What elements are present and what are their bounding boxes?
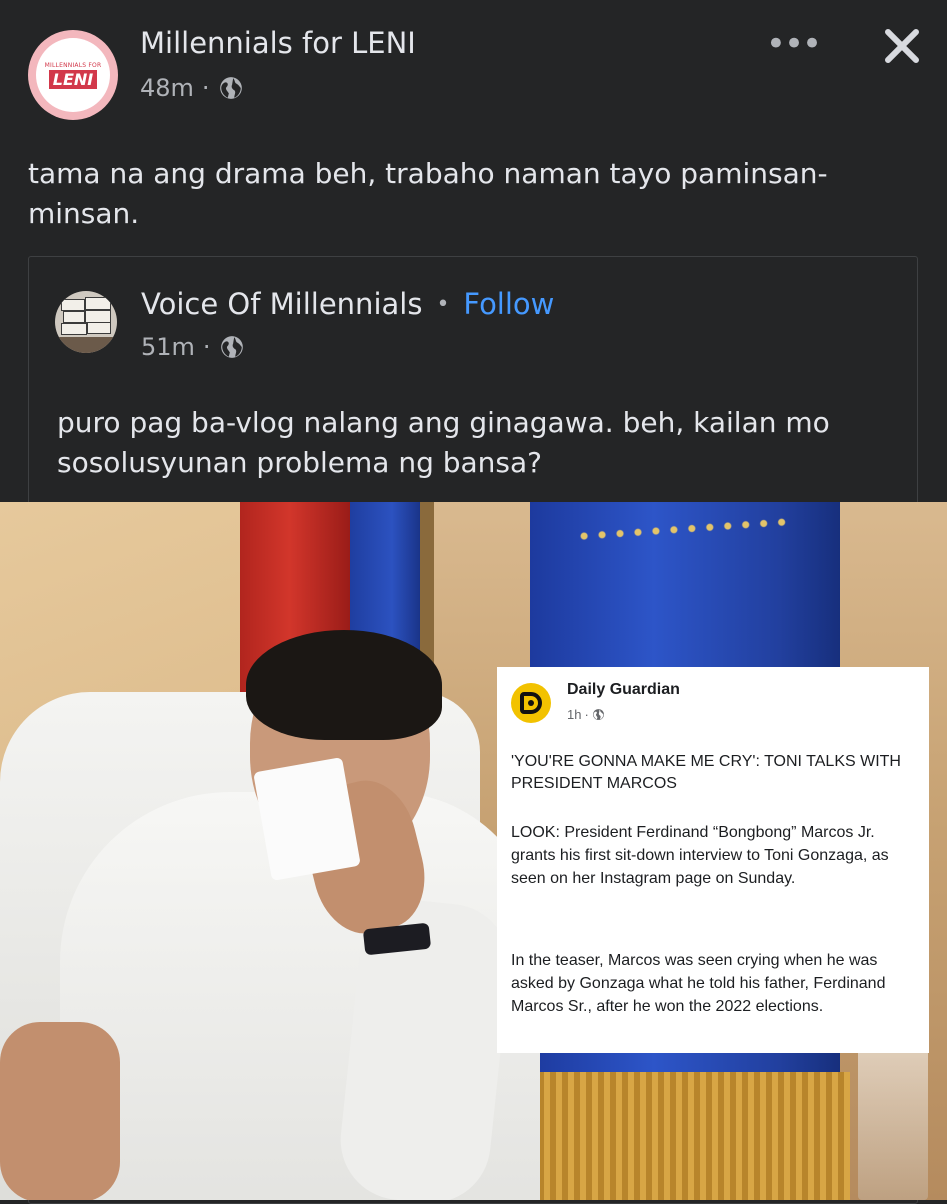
close-icon[interactable] [880, 24, 924, 68]
news-source-name: Daily Guardian [567, 681, 680, 698]
globe-icon [592, 709, 604, 720]
avatar-logo-caption: MILLENNIALS FOR [44, 61, 102, 69]
page-avatar[interactable]: MILLENNIALS FOR LENI [28, 30, 118, 120]
shared-author-name[interactable]: Voice Of Millennials [141, 287, 422, 321]
photo-tissue [253, 757, 361, 881]
shared-post-timestamp[interactable]: 51m [141, 333, 195, 361]
news-screenshot-card: Daily Guardian 1h · 'YOU'RE GONNA MAKE M… [497, 667, 929, 1053]
post-timestamp[interactable]: 48m [140, 74, 194, 102]
news-paragraph: In the teaser, Marcos was seen crying wh… [511, 952, 886, 1015]
meta-separator: · [201, 74, 210, 102]
shared-page-avatar[interactable] [55, 291, 117, 353]
follow-button[interactable]: Follow [463, 287, 554, 321]
meta-separator: · [202, 333, 211, 361]
post-body-text: tama na ang drama beh, trabaho naman tay… [28, 157, 828, 230]
follow-separator: • [436, 291, 450, 317]
more-options-button[interactable]: ••• [766, 24, 822, 64]
avatar-logo: MILLENNIALS FOR LENI [36, 38, 110, 112]
photo-flag-fringe [520, 1072, 850, 1200]
news-headline: 'YOU'RE GONNA MAKE ME CRY': TONI TALKS W… [511, 753, 901, 792]
meta-separator: · [584, 707, 589, 722]
news-timestamp: 1h [567, 707, 582, 722]
photo-person-left-arm [0, 1022, 120, 1200]
post-author-name[interactable]: Millennials for LENI [140, 26, 416, 60]
post-header: MILLENNIALS FOR LENI Millennials for LEN… [0, 0, 947, 130]
news-paragraph: LOOK: President Ferdinand “Bongbong” Mar… [511, 824, 889, 887]
globe-icon [220, 336, 243, 358]
daily-guardian-logo-icon [511, 683, 551, 723]
shared-post-meta: 51m · [141, 333, 245, 361]
shared-post-text: puro pag ba-vlog nalang ang ginagawa. be… [57, 406, 830, 479]
globe-icon [219, 77, 242, 99]
avatar-logo-brand: LENI [48, 69, 98, 89]
news-meta: 1h · [567, 707, 605, 722]
shared-author-row: Voice Of Millennials • Follow [141, 287, 554, 321]
photo-person-hair [246, 630, 442, 740]
post-meta: 48m · [140, 74, 244, 102]
